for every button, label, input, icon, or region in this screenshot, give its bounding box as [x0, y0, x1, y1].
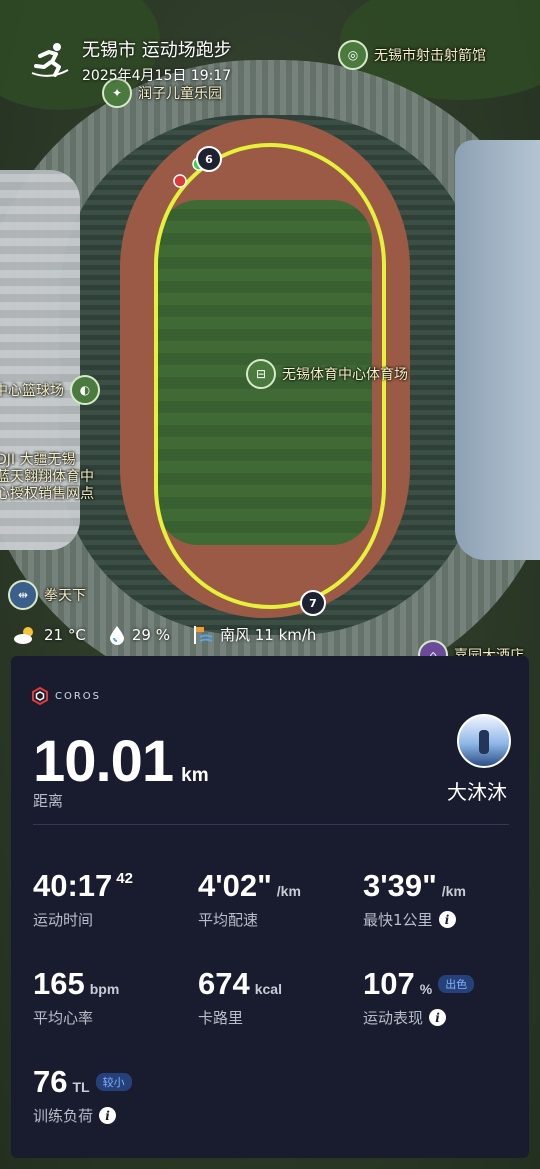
wind: 南风 11 km/h	[219, 626, 317, 644]
stadium-icon: ⊟	[246, 359, 276, 389]
temperature: 21 °C	[44, 625, 86, 644]
divider	[33, 824, 509, 825]
target-icon: ◎	[338, 40, 368, 70]
avatar[interactable]	[457, 714, 511, 768]
stats-card: COROS 10.01 km 距离 大沐沐 40:17 42 运动时间 4'02…	[11, 656, 529, 1158]
info-icon[interactable]: i	[429, 1009, 447, 1026]
dumbbell-icon: ⇹	[8, 580, 38, 610]
stat-calories: 674 kcal 卡路里	[198, 966, 282, 1027]
poi-boxing[interactable]: ⇹ 拳天下	[8, 580, 86, 610]
partly-cloudy-icon	[14, 626, 33, 644]
activity-datetime: 2025年4月15日 19:17	[82, 68, 232, 84]
lap-marker-6[interactable]: 6	[196, 146, 236, 172]
end-point	[173, 174, 187, 188]
username: 大沐沐	[447, 780, 507, 804]
basketball-icon: ◐	[70, 375, 100, 405]
humidity: 29 %	[131, 625, 170, 644]
humidity-icon	[109, 625, 124, 645]
poi-basketball[interactable]: 中心篮球场 ◐	[0, 375, 100, 405]
performance-badge: 出色	[438, 975, 475, 993]
poi-shooting-hall[interactable]: ◎ 无锡市射击射箭馆	[338, 40, 486, 70]
running-person-icon	[31, 43, 69, 77]
coros-logo: COROS	[31, 687, 101, 705]
route-path	[154, 143, 386, 609]
stat-training-load: 76 TL 较小 训练负荷 i	[33, 1064, 132, 1126]
poi-stadium[interactable]: ⊟ 无锡体育中心体育场	[246, 359, 408, 389]
activity-header: 无锡市 运动场跑步 2025年4月15日 19:17	[30, 40, 232, 85]
info-icon[interactable]: i	[99, 1107, 117, 1124]
info-icon[interactable]: i	[438, 911, 456, 928]
weather-bar: 21 °C 29 % 南风 11 km/h	[12, 624, 316, 645]
distance-label: 距离	[33, 792, 64, 810]
stat-best-km: 3'39" /km 最快1公里 i	[363, 868, 466, 929]
training-load-badge: 较小	[95, 1073, 132, 1091]
stat-avg-pace: 4'02" /km 平均配速	[198, 868, 301, 929]
coros-hexagon-icon	[32, 687, 48, 705]
wind-flag-icon	[193, 625, 213, 644]
distance-value: 10.01 km	[33, 729, 209, 794]
stat-duration: 40:17 42 运动时间	[33, 868, 133, 929]
lap-marker-7[interactable]: 7	[300, 590, 340, 616]
activity-title: 无锡市 运动场跑步	[82, 40, 232, 61]
poi-dji-store[interactable]: DJI 大疆无锡 蓝天翱翔体育中 心授权销售网点	[0, 452, 94, 503]
stat-performance: 107 % 出色 运动表现 i	[363, 966, 475, 1028]
stat-heart-rate: 165 bpm 平均心率	[33, 966, 120, 1027]
